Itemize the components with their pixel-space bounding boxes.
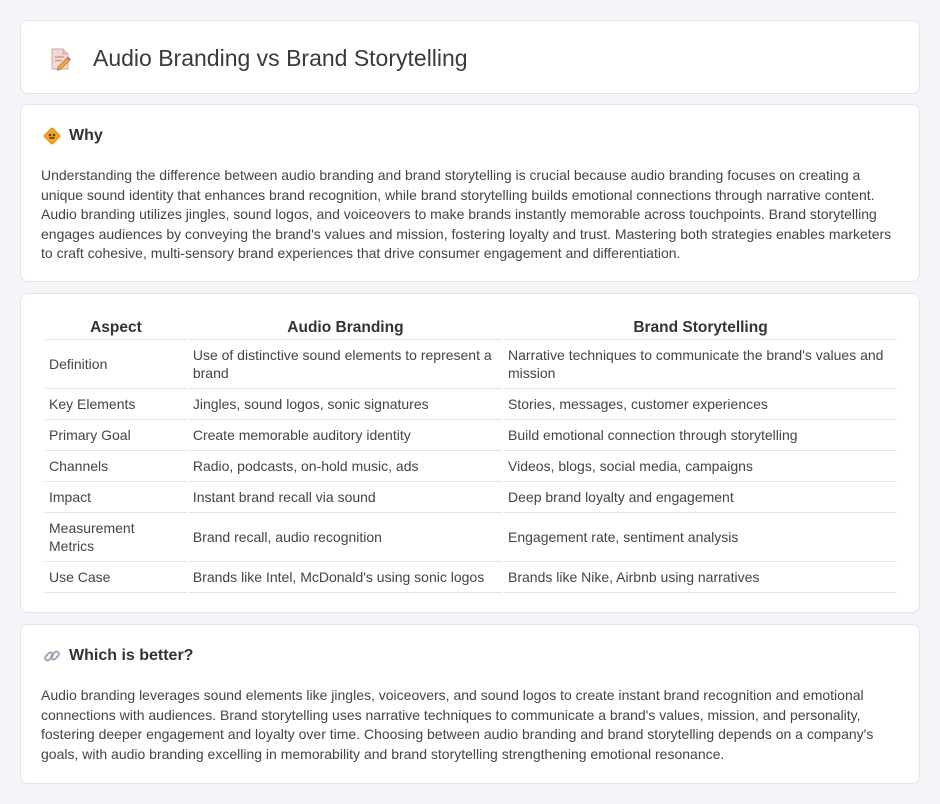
diamond-sign-icon [43, 127, 61, 145]
cell-aspect: Measurement Metrics [45, 513, 187, 562]
cell-audio-branding: Radio, podcasts, on-hold music, ads [188, 451, 503, 482]
which-is-better-section: Which is better? Audio branding leverage… [20, 624, 920, 784]
title-card: Audio Branding vs Brand Storytelling [20, 20, 920, 94]
cell-audio-branding: Instant brand recall via sound [188, 482, 503, 513]
document-pencil-icon [47, 46, 73, 72]
comparison-table-card: Aspect Audio Branding Brand Storytelling… [20, 293, 920, 613]
cell-aspect: Impact [45, 482, 187, 513]
header-audio-branding: Audio Branding [188, 314, 503, 340]
cell-brand-storytelling: Engagement rate, sentiment analysis [504, 513, 897, 562]
cell-brand-storytelling: Narrative techniques to communicate the … [504, 340, 897, 389]
cell-brand-storytelling: Videos, blogs, social media, campaigns [504, 451, 897, 482]
cell-brand-storytelling: Build emotional connection through story… [504, 420, 897, 451]
which-is-better-text: Audio branding leverages sound elements … [41, 687, 874, 762]
comparison-table: Aspect Audio Branding Brand Storytelling… [43, 314, 899, 593]
table-header-row: Aspect Audio Branding Brand Storytelling [45, 314, 897, 340]
table-row: Primary Goal Create memorable auditory i… [45, 420, 897, 451]
header-aspect: Aspect [45, 314, 187, 340]
cell-audio-branding: Brands like Intel, McDonald's using soni… [188, 562, 503, 593]
why-text: Understanding the difference between aud… [41, 167, 892, 261]
cell-aspect: Key Elements [45, 389, 187, 420]
table-row: Impact Instant brand recall via sound De… [45, 482, 897, 513]
cell-audio-branding: Brand recall, audio recognition [188, 513, 503, 562]
why-heading: Why [69, 127, 103, 144]
cell-audio-branding: Jingles, sound logos, sonic signatures [188, 389, 503, 420]
link-icon [43, 647, 61, 665]
cell-aspect: Primary Goal [45, 420, 187, 451]
table-row: Key Elements Jingles, sound logos, sonic… [45, 389, 897, 420]
which-is-better-heading: Which is better? [69, 647, 194, 664]
table-row: Channels Radio, podcasts, on-hold music,… [45, 451, 897, 482]
cell-aspect: Use Case [45, 562, 187, 593]
table-row: Definition Use of distinctive sound elem… [45, 340, 897, 389]
page-title: Audio Branding vs Brand Storytelling [93, 45, 468, 71]
cell-aspect: Definition [45, 340, 187, 389]
table-row: Use Case Brands like Intel, McDonald's u… [45, 562, 897, 593]
header-brand-storytelling: Brand Storytelling [504, 314, 897, 340]
cell-brand-storytelling: Stories, messages, customer experiences [504, 389, 897, 420]
cell-brand-storytelling: Deep brand loyalty and engagement [504, 482, 897, 513]
cell-audio-branding: Create memorable auditory identity [188, 420, 503, 451]
table-row: Measurement Metrics Brand recall, audio … [45, 513, 897, 562]
cell-audio-branding: Use of distinctive sound elements to rep… [188, 340, 503, 389]
cell-brand-storytelling: Brands like Nike, Airbnb using narrative… [504, 562, 897, 593]
cell-aspect: Channels [45, 451, 187, 482]
why-section: Why Understanding the difference between… [20, 104, 920, 282]
